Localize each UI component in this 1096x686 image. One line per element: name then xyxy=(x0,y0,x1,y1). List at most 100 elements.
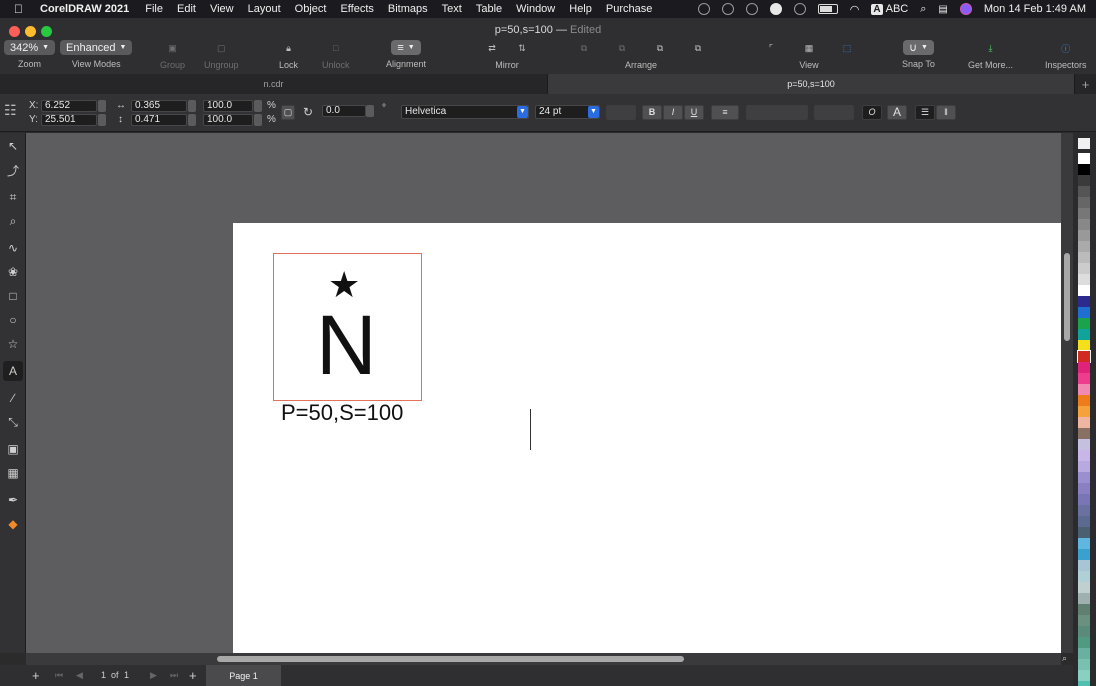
arrange-front-icon[interactable]: ⧉ xyxy=(690,40,706,56)
new-tab-button[interactable]: + xyxy=(1075,74,1096,94)
color-swatch[interactable] xyxy=(1078,417,1090,428)
arrange-backward-icon[interactable]: ⧉ xyxy=(614,40,630,56)
next-page-icon[interactable]: ▶ xyxy=(150,670,157,681)
arrange-forward-icon[interactable]: ⧉ xyxy=(652,40,668,56)
font-family-dropdown[interactable]: Helvetica ▼ xyxy=(401,105,529,119)
unlock-button[interactable]: □ Unlock xyxy=(322,40,350,70)
pick-tool-icon[interactable]: ↖ xyxy=(3,136,23,156)
control-center-icon[interactable]: ▤ xyxy=(938,4,947,15)
color-swatch[interactable] xyxy=(1078,516,1090,527)
lock-button[interactable]: 🔒︎ Lock xyxy=(279,40,298,71)
vertical-scroll-thumb[interactable] xyxy=(1064,253,1070,341)
inspectors-button[interactable]: ⓘ Inspectors xyxy=(1045,40,1087,71)
color-swatch[interactable] xyxy=(1078,406,1090,417)
transparency-tool-icon[interactable]: ▦ xyxy=(3,463,23,483)
battery-icon[interactable] xyxy=(817,4,838,14)
color-swatch[interactable] xyxy=(1078,560,1090,571)
menu-bitmaps[interactable]: Bitmaps xyxy=(388,3,428,15)
shape-tool-icon[interactable]: ⤴ xyxy=(3,160,23,180)
document-page[interactable]: ★ N P=50,S=100 xyxy=(233,223,1061,653)
status-icon-3[interactable] xyxy=(745,3,758,15)
play-icon[interactable] xyxy=(793,3,806,15)
underline-button[interactable]: U xyxy=(684,105,704,120)
color-swatch[interactable] xyxy=(1078,362,1090,373)
color-swatch[interactable] xyxy=(1078,186,1090,197)
vertical-scrollbar[interactable] xyxy=(1061,133,1073,653)
text-tool-icon[interactable]: A xyxy=(3,361,23,381)
scale-width-stepper[interactable] xyxy=(254,100,262,112)
color-swatch[interactable] xyxy=(1078,615,1090,626)
grid-icon[interactable]: ▦ xyxy=(801,40,817,56)
menu-layout[interactable]: Layout xyxy=(248,3,281,15)
tab-n-cdr[interactable]: n.cdr xyxy=(0,74,548,94)
apple-icon[interactable]:  xyxy=(14,2,28,16)
menu-view[interactable]: View xyxy=(210,3,234,15)
color-swatch[interactable] xyxy=(1078,241,1090,252)
menu-window[interactable]: Window xyxy=(516,3,555,15)
app-name-menu[interactable]: CorelDRAW 2021 xyxy=(40,3,129,15)
group-button[interactable]: ▣ Group xyxy=(160,40,185,71)
color-swatch[interactable] xyxy=(1078,164,1090,175)
zoom-tool-icon[interactable]: ⌕ xyxy=(3,211,23,231)
status-icon-4[interactable] xyxy=(769,3,782,15)
menu-table[interactable]: Table xyxy=(476,3,502,15)
character-properties-button[interactable]: A xyxy=(887,105,907,120)
color-swatch[interactable] xyxy=(1078,296,1090,307)
zoom-dropdown[interactable]: 342% ▼ xyxy=(4,40,56,55)
color-swatch[interactable] xyxy=(1078,263,1090,274)
eyedropper-tool-icon[interactable]: ✒ xyxy=(3,490,23,510)
x-stepper[interactable] xyxy=(98,100,106,112)
font-size-dropdown[interactable]: 24 pt ▼ xyxy=(535,105,600,119)
color-swatch[interactable] xyxy=(1078,593,1090,604)
scale-width-field[interactable]: 100.0 xyxy=(203,100,253,112)
scale-height-field[interactable]: 100.0 xyxy=(203,114,253,126)
color-swatch[interactable] xyxy=(1078,329,1090,340)
color-swatch[interactable] xyxy=(1077,350,1091,363)
scale-height-stepper[interactable] xyxy=(254,114,262,126)
parallel-dimension-tool-icon[interactable]: ∕ xyxy=(3,388,23,408)
indent-buttons[interactable] xyxy=(814,105,854,120)
color-swatch[interactable] xyxy=(1078,340,1090,351)
text-properties-button[interactable]: ☰ xyxy=(915,105,935,120)
siri-icon[interactable] xyxy=(959,3,972,15)
horizontal-scroll-thumb[interactable] xyxy=(217,656,684,662)
color-swatch[interactable] xyxy=(1078,208,1090,219)
color-swatch[interactable] xyxy=(1078,219,1090,230)
color-swatch[interactable] xyxy=(1078,626,1090,637)
last-page-icon[interactable]: ⏭ xyxy=(170,670,178,681)
y-stepper[interactable] xyxy=(98,114,106,126)
menu-edit[interactable]: Edit xyxy=(177,3,196,15)
reference-point-icon[interactable]: ☷ xyxy=(4,102,17,119)
mirror-horizontal-icon[interactable]: ⇄ xyxy=(484,40,500,56)
color-swatch[interactable] xyxy=(1078,153,1090,164)
color-swatch[interactable] xyxy=(1078,395,1090,406)
artistic-media-tool-icon[interactable]: ❀ xyxy=(3,262,23,282)
get-more-button[interactable]: ⤓ Get More... xyxy=(968,40,1013,71)
font-style-dropdown[interactable] xyxy=(606,105,636,120)
bullets-buttons[interactable] xyxy=(746,105,808,120)
color-swatch[interactable] xyxy=(1078,494,1090,505)
page-tab[interactable]: Page 1 xyxy=(206,665,281,686)
color-swatch[interactable] xyxy=(1078,197,1090,208)
color-swatch[interactable] xyxy=(1078,450,1090,461)
color-swatch[interactable] xyxy=(1078,285,1090,296)
menu-effects[interactable]: Effects xyxy=(340,3,373,15)
horizontal-scrollbar[interactable] xyxy=(26,653,1061,665)
lock-ratio-button[interactable]: ▢ xyxy=(281,105,295,120)
menu-file[interactable]: File xyxy=(145,3,163,15)
status-icon-2[interactable] xyxy=(721,3,734,15)
drop-shadow-tool-icon[interactable]: ▣ xyxy=(3,439,23,459)
color-swatch[interactable] xyxy=(1078,373,1090,384)
prev-page-icon[interactable]: ◀ xyxy=(76,670,83,681)
ungroup-button[interactable]: ▢ Ungroup xyxy=(204,40,239,71)
width-stepper[interactable] xyxy=(188,100,196,112)
letter-n-text[interactable]: N xyxy=(316,300,377,390)
rectangle-tool-icon[interactable]: □ xyxy=(3,286,23,306)
status-icon-1[interactable] xyxy=(697,3,710,15)
color-swatch[interactable] xyxy=(1078,274,1090,285)
menu-purchase[interactable]: Purchase xyxy=(606,3,652,15)
bold-button[interactable]: B xyxy=(642,105,662,120)
input-source-menu[interactable]: A ABC xyxy=(871,3,908,15)
arrange-back-icon[interactable]: ⧉ xyxy=(576,40,592,56)
connector-tool-icon[interactable]: ⤡ xyxy=(3,412,23,432)
